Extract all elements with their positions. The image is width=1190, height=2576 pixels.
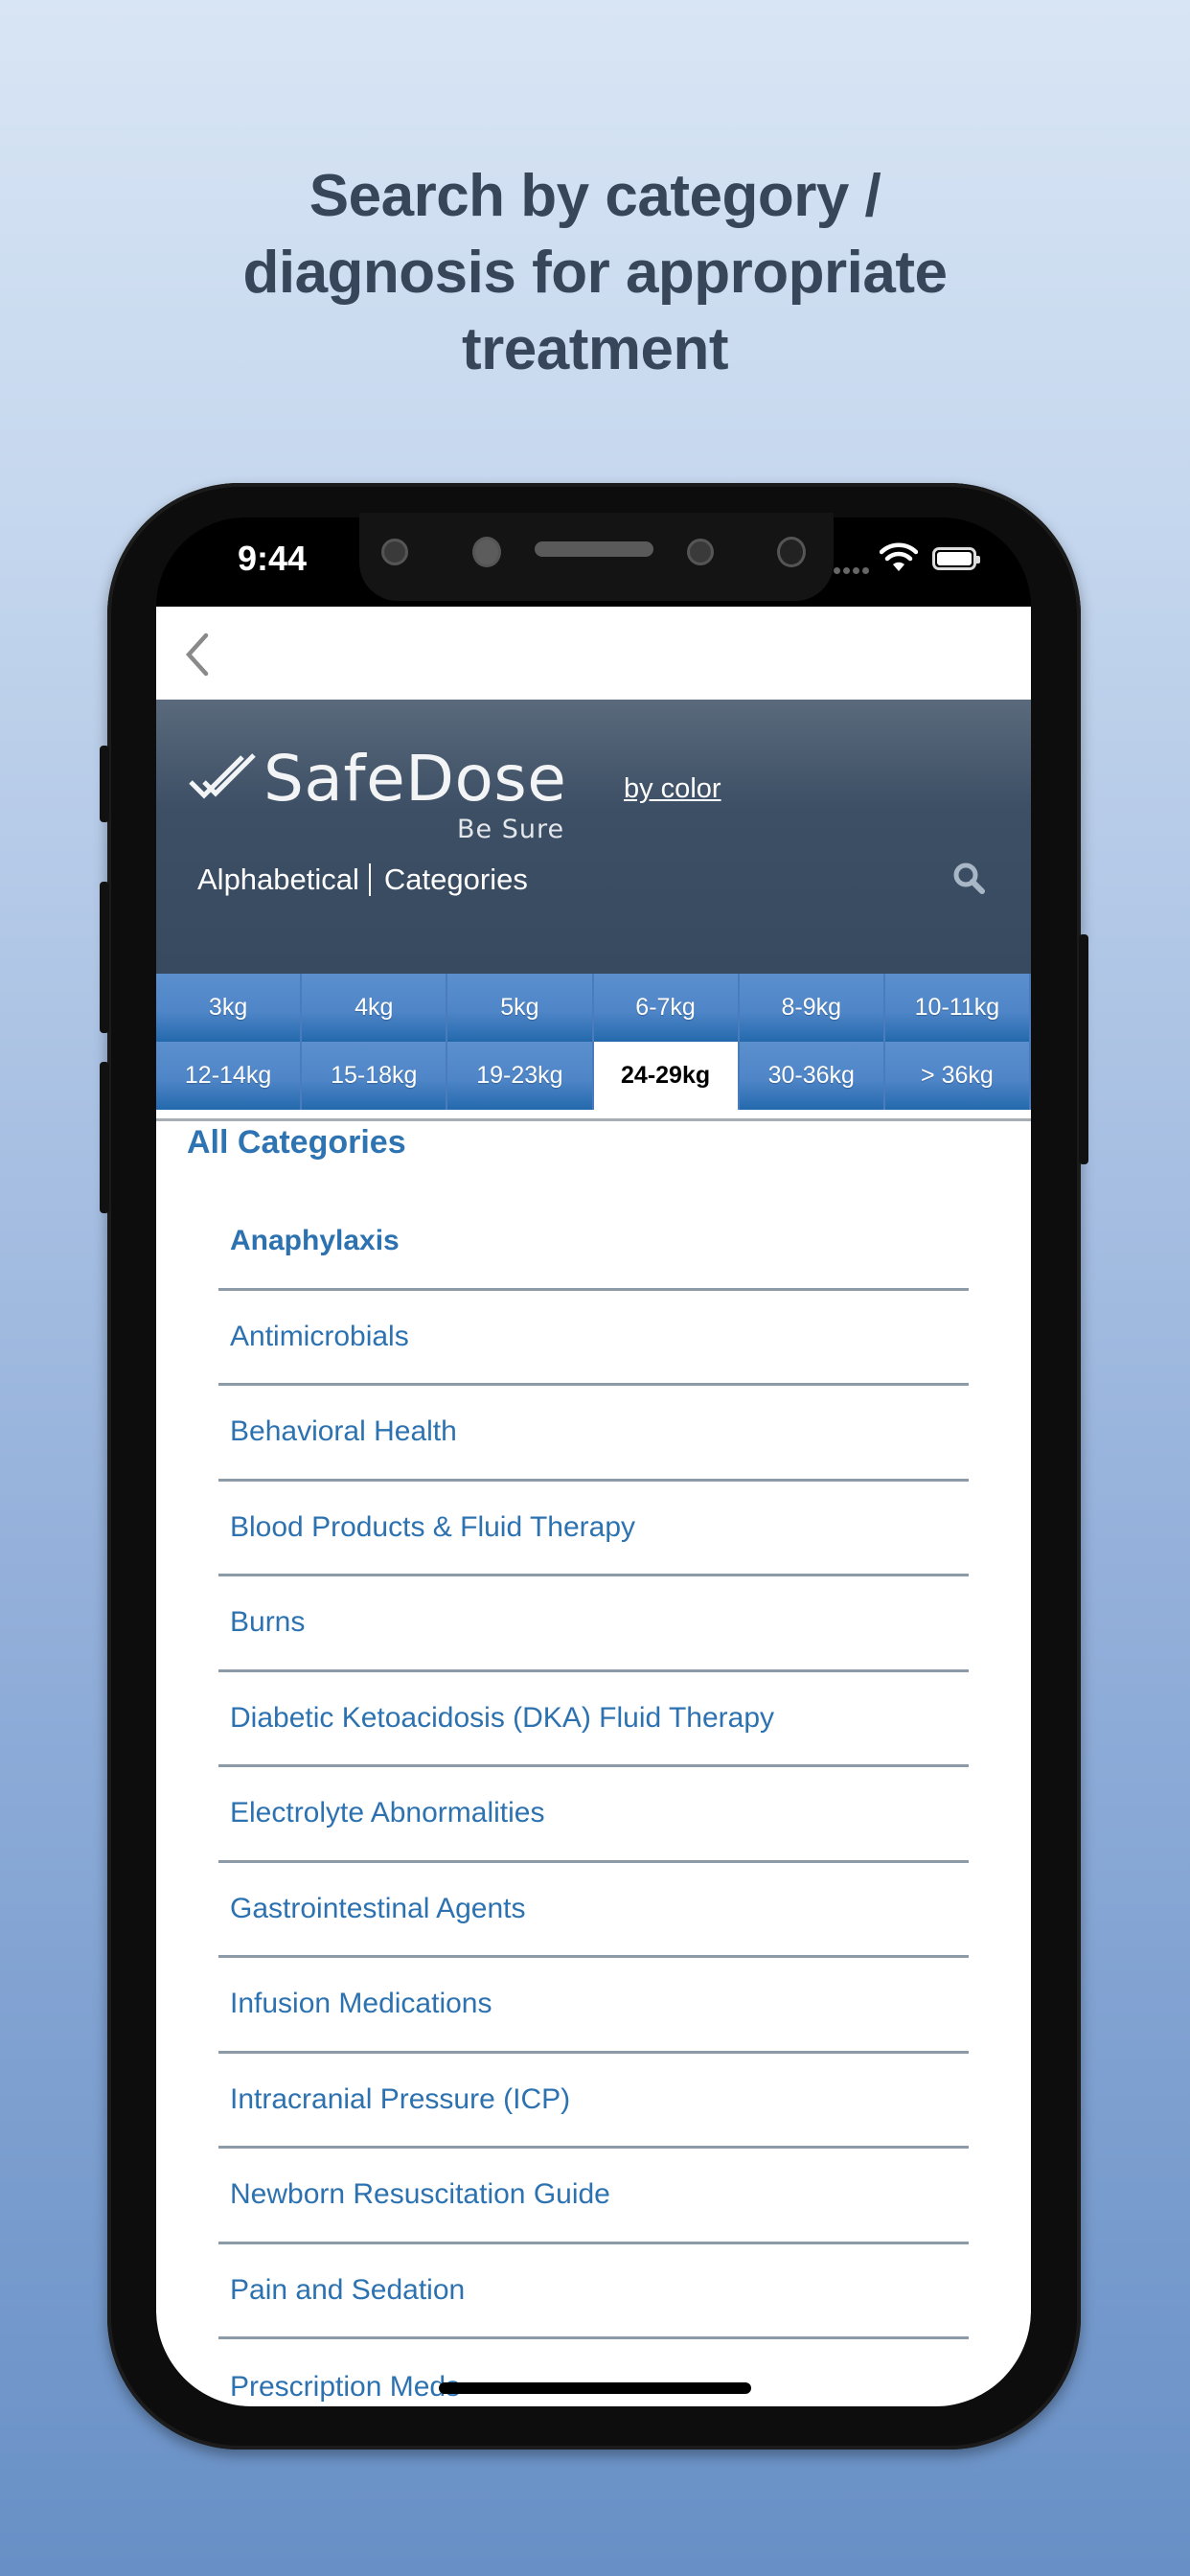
weight-button-24-29kg-selected[interactable]: 24-29kg: [593, 1042, 740, 1110]
category-item[interactable]: Diabetic Ketoacidosis (DKA) Fluid Therap…: [218, 1672, 969, 1767]
divider: [156, 1118, 1031, 1121]
weight-selector: 3kg 4kg 5kg 6-7kg 8-9kg 10-11kg 12-14kg …: [156, 974, 1031, 1110]
front-camera-icon: [687, 539, 714, 565]
category-item[interactable]: Gastrointestinal Agents: [218, 1863, 969, 1958]
signal-icon: [834, 567, 869, 574]
category-item[interactable]: Pain and Sedation: [218, 2244, 969, 2339]
mute-switch: [100, 746, 109, 822]
sensor-icon: [472, 537, 501, 567]
category-item[interactable]: Behavioral Health: [218, 1386, 969, 1482]
app-header: SafeDose Be Sure by color Alphabetical C…: [156, 700, 1031, 974]
weight-button-12-14kg[interactable]: 12-14kg: [156, 1042, 303, 1110]
weight-button-4kg[interactable]: 4kg: [302, 974, 448, 1042]
category-item[interactable]: Intracranial Pressure (ICP): [218, 2054, 969, 2149]
category-item[interactable]: Antimicrobials: [218, 1291, 969, 1386]
app-screen: SafeDose Be Sure by color Alphabetical C…: [156, 607, 1031, 2406]
category-item[interactable]: Burns: [218, 1576, 969, 1672]
by-color-link[interactable]: by color: [624, 773, 721, 805]
brand-tagline: Be Sure: [457, 815, 565, 844]
headline-line-2: diagnosis for appropriate: [242, 240, 948, 306]
weight-button-5kg[interactable]: 5kg: [447, 974, 594, 1042]
weight-button-15-18kg[interactable]: 15-18kg: [302, 1042, 448, 1110]
category-item[interactable]: Prescription Meds: [218, 2339, 969, 2406]
weight-button-30-36kg[interactable]: 30-36kg: [739, 1042, 885, 1110]
search-icon[interactable]: [951, 861, 986, 895]
double-check-icon: [189, 753, 256, 799]
category-item[interactable]: Electrolyte Abnormalities: [218, 1767, 969, 1863]
category-item[interactable]: Blood Products & Fluid Therapy: [218, 1482, 969, 1576]
category-list: Anaphylaxis Antimicrobials Behavioral He…: [218, 1195, 969, 2406]
categories-title: All Categories: [187, 1124, 406, 1161]
volume-up-button: [100, 882, 109, 1033]
tab-divider: [368, 863, 371, 896]
sensor-icon: [777, 537, 806, 567]
tab-categories[interactable]: Categories: [384, 862, 528, 897]
marketing-headline: Search by category / diagnosis for appro…: [0, 158, 1190, 388]
speaker-grille: [535, 541, 653, 557]
weight-button-6-7kg[interactable]: 6-7kg: [593, 974, 740, 1042]
weight-button-over-36kg[interactable]: > 36kg: [884, 1042, 1031, 1110]
battery-icon: [932, 547, 980, 570]
power-button: [1079, 934, 1088, 1164]
safedose-logo: SafeDose Be Sure: [187, 742, 580, 844]
brand-name: SafeDose: [263, 742, 567, 816]
weight-button-3kg[interactable]: 3kg: [156, 974, 303, 1042]
home-indicator[interactable]: [439, 2382, 751, 2394]
headline-line-3: treatment: [461, 316, 729, 382]
weight-button-10-11kg[interactable]: 10-11kg: [884, 974, 1031, 1042]
weight-button-19-23kg[interactable]: 19-23kg: [447, 1042, 594, 1110]
chevron-left-icon[interactable]: [177, 630, 216, 679]
notch: [359, 513, 834, 601]
wifi-icon: [880, 542, 918, 571]
category-item[interactable]: Anaphylaxis: [218, 1195, 969, 1291]
weight-button-8-9kg[interactable]: 8-9kg: [739, 974, 885, 1042]
view-tabs: Alphabetical Categories: [197, 862, 528, 897]
volume-down-button: [100, 1062, 109, 1213]
headline-line-1: Search by category /: [309, 163, 881, 229]
category-item[interactable]: Newborn Resuscitation Guide: [218, 2149, 969, 2244]
sensor-icon: [381, 539, 408, 565]
status-time: 9:44: [238, 539, 308, 578]
tab-alphabetical[interactable]: Alphabetical: [197, 862, 359, 897]
nav-bar: [156, 607, 1031, 700]
category-item[interactable]: Infusion Medications: [218, 1958, 969, 2054]
